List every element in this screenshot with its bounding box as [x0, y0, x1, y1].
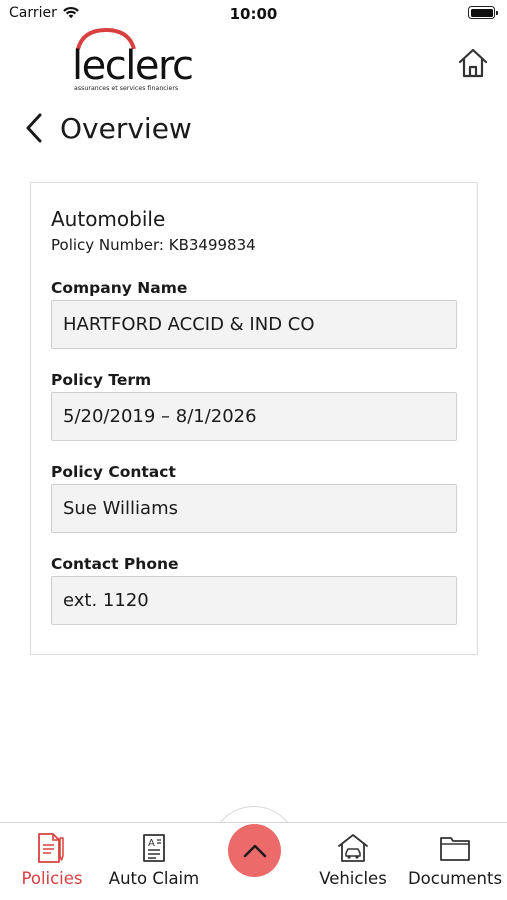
- status-bar: Carrier 10:00: [0, 0, 507, 28]
- policy-term-field: 5/20/2019 – 8/1/2026: [51, 392, 457, 441]
- tab-vehicles-label: Vehicles: [319, 869, 387, 888]
- leclerc-logo: leclerc assurances et services financier…: [68, 28, 198, 96]
- policy-number-value: KB3499834: [168, 236, 256, 254]
- company-name-value: HARTFORD ACCID & IND CO: [63, 314, 315, 335]
- contact-phone-value: ext. 1120: [63, 590, 149, 611]
- tab-documents-label: Documents: [407, 869, 503, 888]
- logo-wordmark: leclerc: [72, 43, 194, 89]
- tab-auto-claim[interactable]: A Auto Claim: [108, 823, 200, 900]
- back-button[interactable]: [24, 108, 46, 148]
- contact-phone-label: Contact Phone: [51, 555, 179, 573]
- tab-documents[interactable]: Documents: [408, 823, 502, 900]
- logo-tagline: assurances et services financiers: [74, 85, 179, 92]
- chevron-up-icon: [243, 844, 266, 857]
- auto-claim-icon: A: [139, 831, 169, 865]
- policy-number-label: Policy Number:: [51, 236, 164, 254]
- policy-number-row: Policy Number: KB3499834: [51, 236, 256, 254]
- policy-term-value: 5/20/2019 – 8/1/2026: [63, 406, 257, 427]
- policy-card: Automobile Policy Number: KB3499834 Comp…: [30, 182, 478, 655]
- contact-phone-field[interactable]: ext. 1120: [51, 576, 457, 625]
- clock: 10:00: [229, 5, 278, 23]
- expand-menu-button[interactable]: [228, 824, 281, 877]
- svg-text:A: A: [148, 838, 155, 849]
- battery-icon: [468, 6, 498, 19]
- tab-auto-claim-label: Auto Claim: [108, 869, 200, 888]
- home-button[interactable]: [456, 46, 490, 80]
- tab-policies[interactable]: Policies: [20, 823, 84, 900]
- chevron-left-icon: [26, 113, 42, 143]
- page-title: Overview: [60, 111, 192, 145]
- tab-policies-label: Policies: [21, 869, 83, 888]
- policy-type: Automobile: [51, 207, 166, 231]
- policies-icon: [35, 831, 69, 865]
- policy-contact-value: Sue Williams: [63, 498, 178, 519]
- company-name-field: HARTFORD ACCID & IND CO: [51, 300, 457, 349]
- policy-contact-label: Policy Contact: [51, 463, 176, 481]
- tab-vehicles[interactable]: Vehicles: [316, 823, 390, 900]
- company-name-label: Company Name: [51, 279, 188, 297]
- policy-contact-field: Sue Williams: [51, 484, 457, 533]
- navigation-header: Overview: [24, 108, 192, 148]
- vehicles-icon: [336, 831, 370, 865]
- documents-icon: [438, 831, 472, 865]
- policy-term-label: Policy Term: [51, 371, 152, 389]
- home-icon: [458, 48, 488, 78]
